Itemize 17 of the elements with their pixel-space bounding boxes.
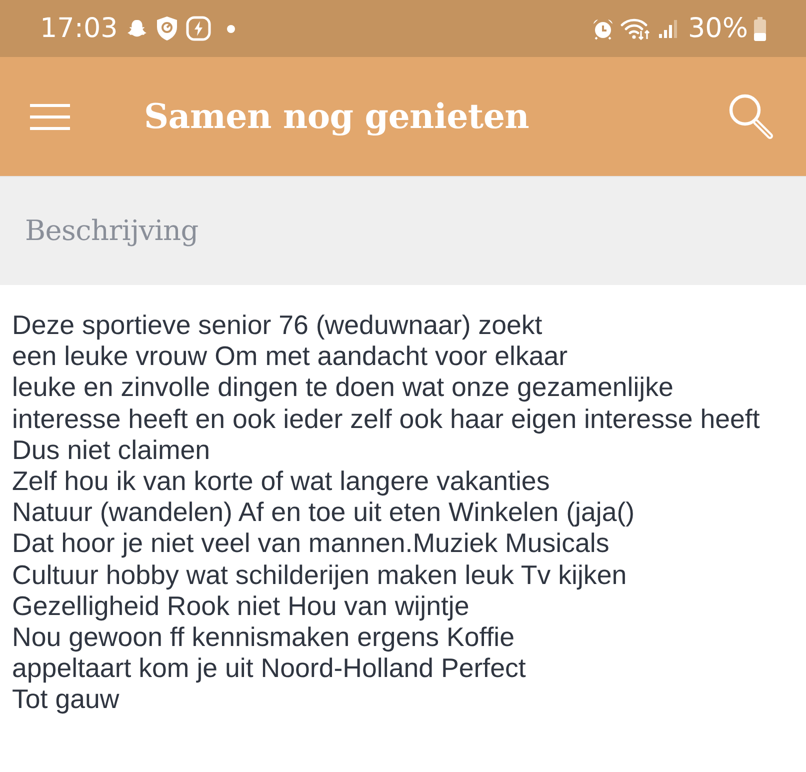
signal-bars-icon <box>658 18 678 38</box>
alarm-clock-icon <box>592 18 614 40</box>
menu-button[interactable] <box>30 104 70 130</box>
bolt-icon <box>186 16 211 41</box>
section-heading: Beschrijving <box>25 217 198 245</box>
menu-icon <box>30 104 70 130</box>
ghost-icon <box>126 18 148 40</box>
battery-icon <box>754 16 766 40</box>
notification-dot-icon <box>226 24 235 32</box>
search-icon <box>728 92 775 140</box>
app-title: Samen nog genieten <box>144 100 530 134</box>
battery-percentage: 30% <box>688 15 748 42</box>
shield-icon <box>156 16 178 41</box>
search-button[interactable] <box>728 92 775 140</box>
wifi-icon <box>620 16 652 40</box>
status-time: 17:03 <box>40 15 118 42</box>
description-text: Deze sportieve senior 76 (weduwnaar) zoekt een leuke vrouw Om met aandacht voor elkaar leuke en zinvolle dingen te doen wat onze gezamenlijke interesse heeft en ook ieder zelf ook haar eigen interesse heeft Dus niet claimen Zelf hou ik van korte of wat langere vakanties Natuur (wandelen) Af en toe uit eten Winkelen (jaja() Dat hoor je niet veel van mannen.Muziek Musicals Cultuur hobby wat schilderijen maken leuk Tv kijken Gezelligheid Rook niet Hou van wijntje Nou gewoon ff kennismaken ergens Koffie appeltaart kom je uit Noord-Holland Perfect Tot gauw <box>11 309 761 716</box>
